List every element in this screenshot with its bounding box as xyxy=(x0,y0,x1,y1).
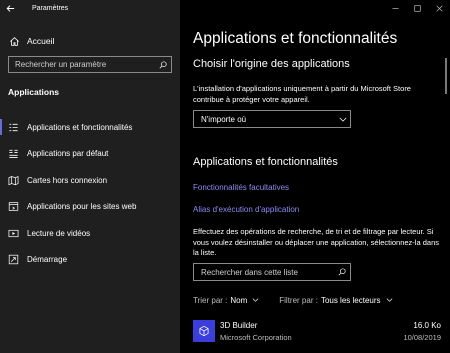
main-content: Applications et fonctionnalités Choisir … xyxy=(180,0,450,353)
sort-value: Nom xyxy=(230,295,248,305)
app-date: 10/08/2019 xyxy=(403,333,441,342)
app-list-search-placeholder: Rechercher dans cette liste xyxy=(201,267,298,277)
chevron-down-icon xyxy=(386,298,393,302)
sidebar-item-label: Applications pour les sites web xyxy=(27,202,137,212)
filter-value: Tous les lecteurs xyxy=(320,295,381,305)
filter-label: Filtrer par : xyxy=(279,295,318,305)
sidebar-item-video-playback[interactable]: Lecture de vidéos xyxy=(0,220,180,247)
sidebar-item-label: Lecture de vidéos xyxy=(27,228,91,238)
app-list-search-input[interactable]: Rechercher dans cette liste xyxy=(193,263,351,281)
features-heading: Applications et fonctionnalités xyxy=(193,156,338,168)
chevron-down-icon xyxy=(336,117,350,122)
minimize-icon xyxy=(391,7,399,9)
back-arrow-icon xyxy=(6,4,14,12)
filter-dropdown[interactable]: Filtrer par : Tous les lecteurs xyxy=(279,296,392,305)
sidebar-section-title: Applications xyxy=(8,87,60,97)
settings-search-input[interactable]: Rechercher un paramètre xyxy=(8,56,172,73)
back-button[interactable] xyxy=(0,0,20,16)
app-size: 16.0 Ko xyxy=(413,321,441,330)
offline-maps-icon xyxy=(7,174,19,186)
sidebar-item-label: Applications et fonctionnalités xyxy=(27,122,133,132)
minimize-button[interactable] xyxy=(384,0,406,16)
close-icon xyxy=(435,4,443,12)
window-controls xyxy=(384,0,450,16)
apps-websites-icon xyxy=(7,201,19,213)
title-bar: Paramètres xyxy=(0,0,180,16)
sort-filter-bar: Trier par : Nom Filtrer par : Tous les l… xyxy=(193,294,393,306)
sidebar-item-offline-maps[interactable]: Cartes hors connexion xyxy=(0,167,180,194)
sidebar-item-label: Applications par défaut xyxy=(27,149,109,159)
sidebar: Paramètres Accueil Rechercher un paramèt… xyxy=(0,0,180,353)
maximize-icon xyxy=(413,4,421,12)
sort-label: Trier par : xyxy=(193,295,228,305)
origin-heading: Choisir l'origine des applications xyxy=(193,58,350,70)
close-button[interactable] xyxy=(428,0,450,16)
page-title: Applications et fonctionnalités xyxy=(193,30,398,47)
default-apps-icon xyxy=(7,148,19,160)
app-origin-dropdown[interactable]: N'importe où xyxy=(193,110,351,128)
startup-icon xyxy=(7,254,19,266)
sidebar-nav: Applications et fonctionnalités Applicat… xyxy=(0,114,180,273)
sort-dropdown[interactable]: Trier par : Nom xyxy=(193,296,259,305)
search-icon[interactable] xyxy=(155,60,171,69)
app-publisher: Microsoft Corporation xyxy=(220,333,292,342)
window-title: Paramètres xyxy=(32,4,69,12)
search-icon[interactable] xyxy=(334,268,350,276)
settings-search-placeholder: Rechercher un paramètre xyxy=(15,60,107,69)
home-link[interactable]: Accueil xyxy=(0,32,180,50)
app-name: 3D Builder xyxy=(220,321,258,330)
home-icon xyxy=(8,35,20,47)
chevron-down-icon xyxy=(252,298,259,302)
sidebar-item-default-apps[interactable]: Applications par défaut xyxy=(0,141,180,168)
home-label: Accueil xyxy=(27,36,55,46)
maximize-button[interactable] xyxy=(406,0,428,16)
features-description: Effectuez des opérations de recherche, d… xyxy=(193,227,439,257)
app-list-item[interactable]: 3D Builder Microsoft Corporation 16.0 Ko… xyxy=(193,318,441,344)
origin-description: L'installation d'applications uniquement… xyxy=(193,84,411,104)
sidebar-item-label: Cartes hors connexion xyxy=(27,175,108,185)
sidebar-item-label: Démarrage xyxy=(27,255,68,265)
apps-list-icon xyxy=(7,121,19,133)
optional-features-link[interactable]: Fonctionnalités facultatives xyxy=(193,183,289,192)
app-execution-alias-link[interactable]: Alias d'exécution d'application xyxy=(193,205,299,214)
sidebar-item-apps-websites[interactable]: Applications pour les sites web xyxy=(0,194,180,221)
video-playback-icon xyxy=(7,227,19,239)
scrollbar-thumb[interactable] xyxy=(445,58,447,94)
sidebar-item-startup[interactable]: Démarrage xyxy=(0,247,180,274)
app-origin-value: N'importe où xyxy=(201,114,247,124)
sidebar-item-apps-features[interactable]: Applications et fonctionnalités xyxy=(0,114,180,141)
3d-builder-icon xyxy=(193,320,215,342)
